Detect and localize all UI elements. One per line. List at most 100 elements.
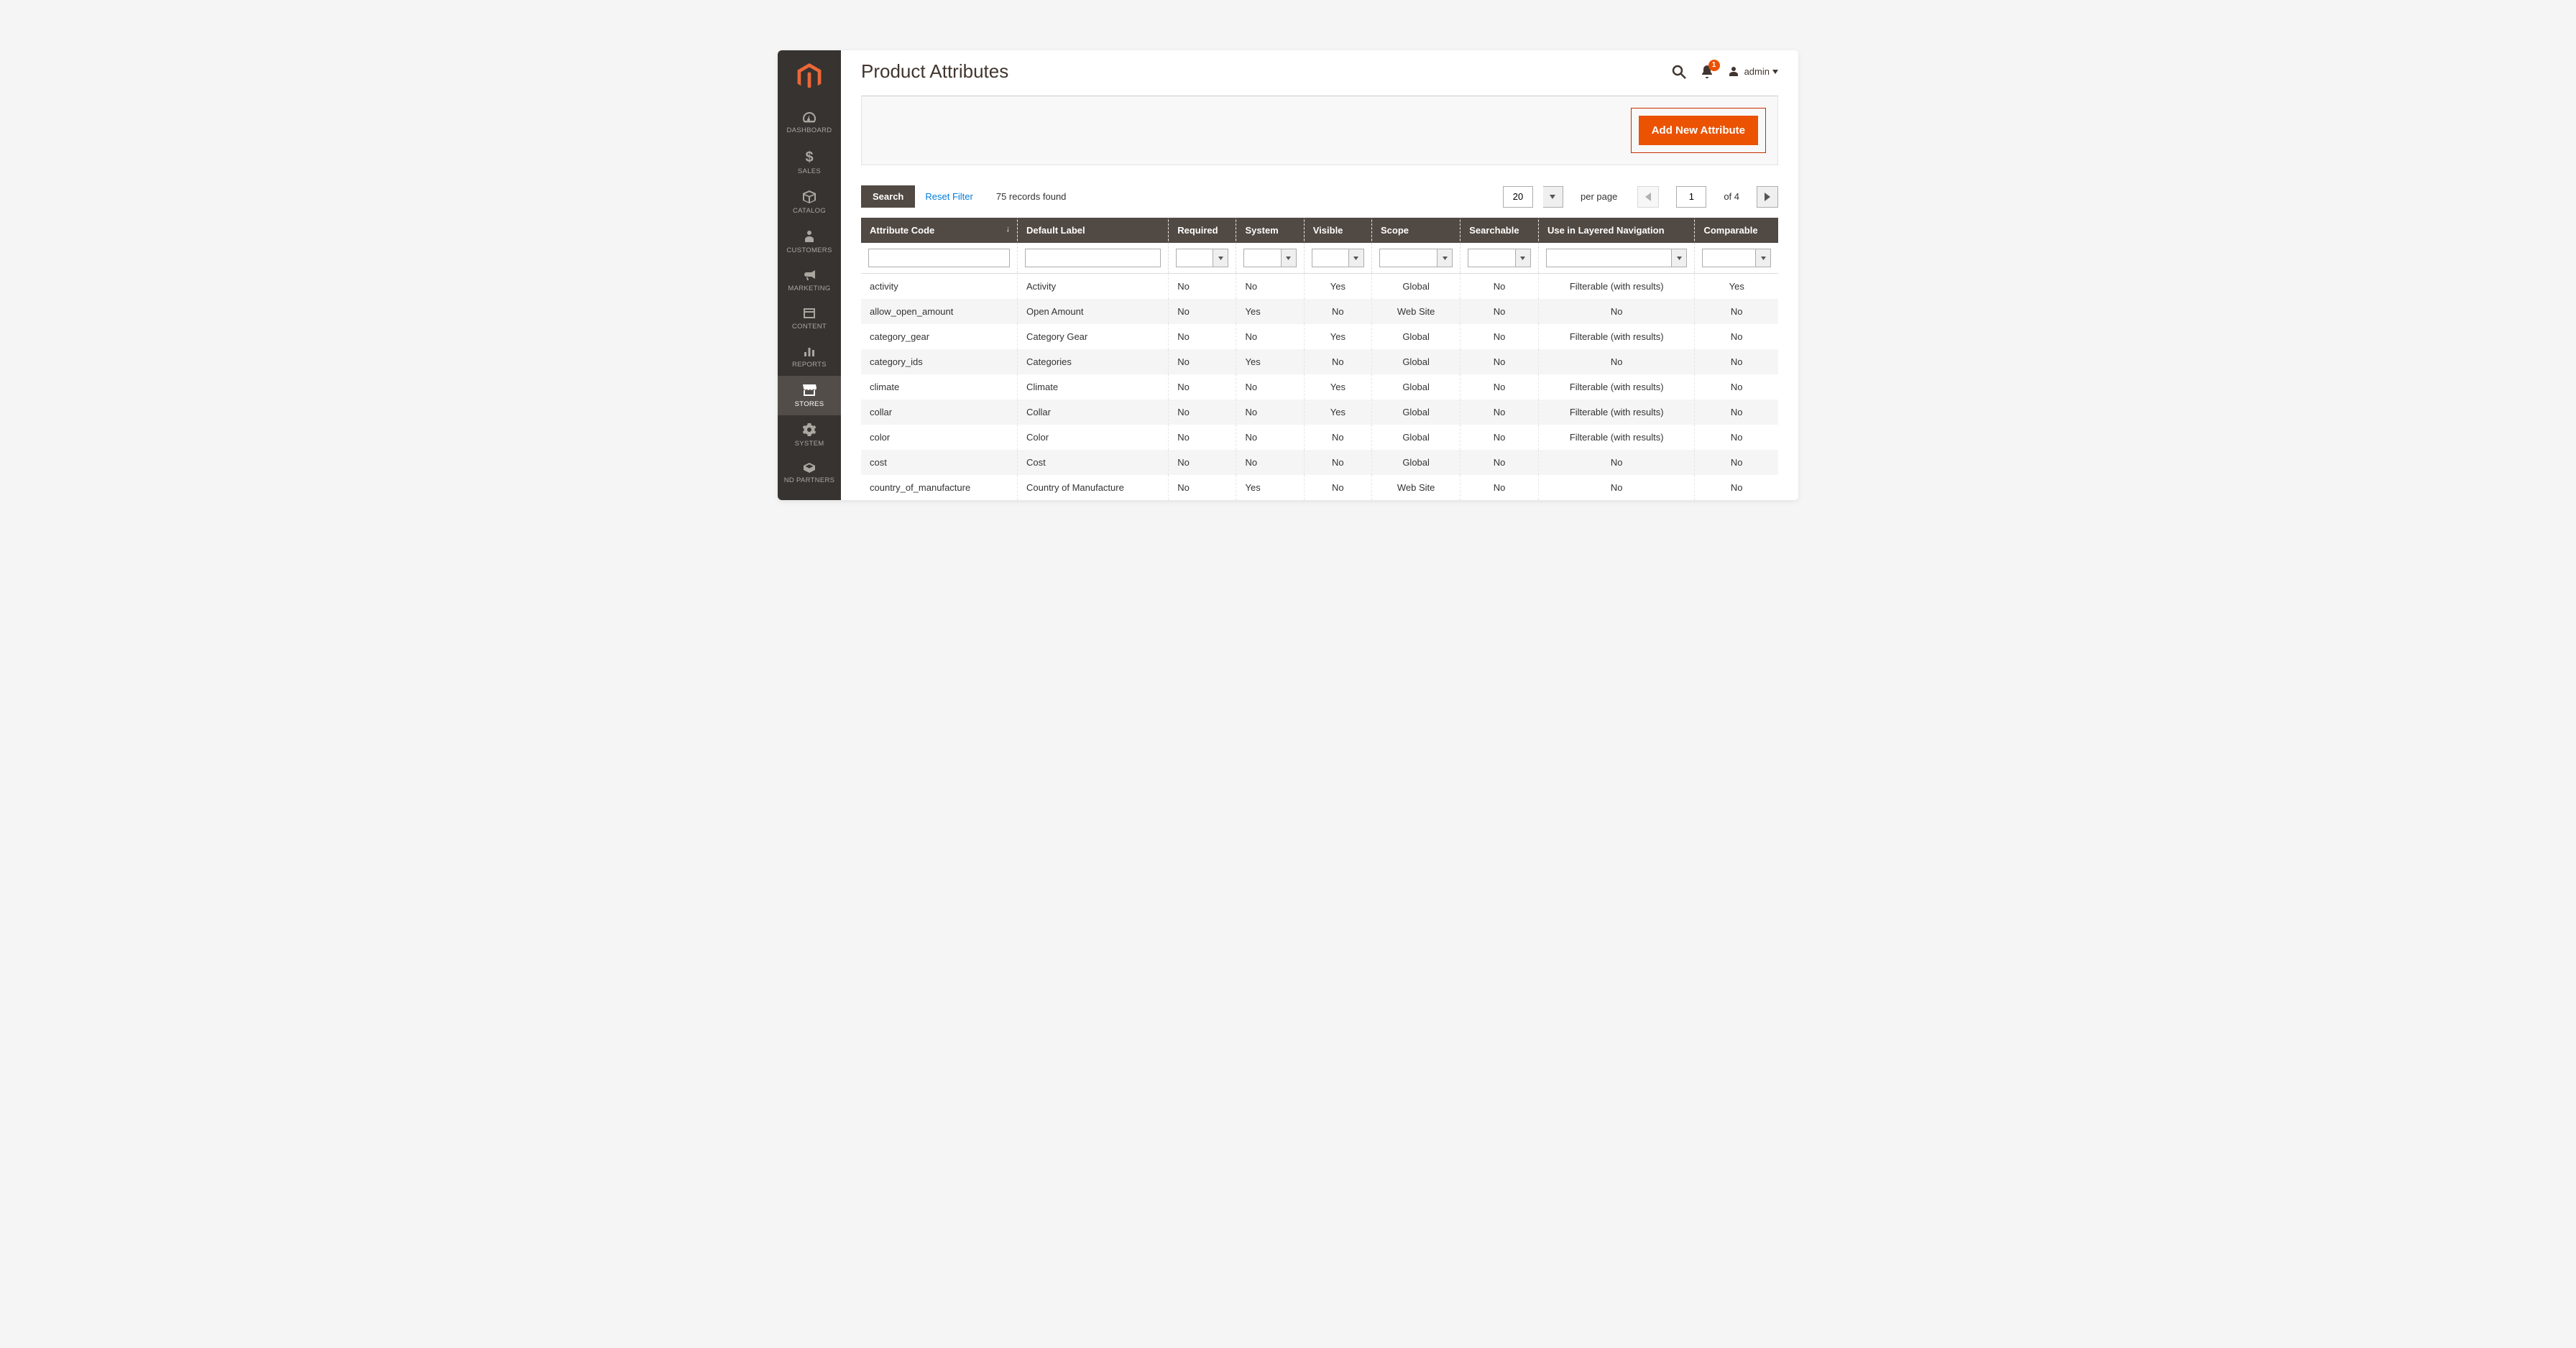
table-cell: Climate <box>1017 374 1168 400</box>
table-cell: Yes <box>1304 400 1371 425</box>
table-cell: No <box>1538 299 1694 324</box>
nav-system[interactable]: SYSTEM <box>778 415 841 455</box>
notifications-button[interactable]: 1 <box>1700 64 1714 80</box>
table-row[interactable]: country_of_manufactureCountry of Manufac… <box>861 475 1778 500</box>
nav-marketing[interactable]: MARKETING <box>778 262 841 300</box>
table-cell: Yes <box>1236 299 1304 324</box>
table-cell: Filterable (with results) <box>1538 374 1694 400</box>
col-required[interactable]: Required <box>1169 218 1236 243</box>
nav-label: CUSTOMERS <box>786 246 832 254</box>
table-cell: country_of_manufacture <box>861 475 1017 500</box>
table-row[interactable]: climateClimateNoNoYesGlobalNoFilterable … <box>861 374 1778 400</box>
table-row[interactable]: collarCollarNoNoYesGlobalNoFilterable (w… <box>861 400 1778 425</box>
reset-filter-link[interactable]: Reset Filter <box>925 191 972 202</box>
search-button[interactable]: Search <box>861 185 915 208</box>
next-page-button[interactable] <box>1757 186 1778 208</box>
dropdown-icon[interactable] <box>1671 249 1687 267</box>
filter-system[interactable] <box>1243 249 1280 267</box>
dropdown-icon[interactable] <box>1515 249 1531 267</box>
table-cell: cost <box>861 450 1017 475</box>
box-icon <box>802 190 816 204</box>
table-cell: No <box>1460 374 1539 400</box>
nav-sales[interactable]: $ SALES <box>778 142 841 183</box>
filter-required[interactable] <box>1176 249 1213 267</box>
table-row[interactable]: colorColorNoNoNoGlobalNoFilterable (with… <box>861 425 1778 450</box>
table-row[interactable]: costCostNoNoNoGlobalNoNoNo <box>861 450 1778 475</box>
table-cell: No <box>1304 425 1371 450</box>
filter-comparable[interactable] <box>1702 249 1755 267</box>
nav-content[interactable]: CONTENT <box>778 300 841 338</box>
table-cell: No <box>1460 324 1539 349</box>
table-cell: No <box>1695 324 1778 349</box>
page-size-input[interactable] <box>1503 186 1533 208</box>
table-cell: Yes <box>1695 274 1778 300</box>
table-cell: No <box>1169 475 1236 500</box>
user-menu[interactable]: admin <box>1727 65 1778 78</box>
table-row[interactable]: activityActivityNoNoYesGlobalNoFilterabl… <box>861 274 1778 300</box>
col-searchable[interactable]: Searchable <box>1460 218 1539 243</box>
nav-reports[interactable]: REPORTS <box>778 338 841 376</box>
search-icon[interactable] <box>1671 64 1687 80</box>
table-cell: Global <box>1371 425 1460 450</box>
table-row[interactable]: category_gearCategory GearNoNoYesGlobalN… <box>861 324 1778 349</box>
table-cell: No <box>1236 274 1304 300</box>
current-page-input[interactable] <box>1676 186 1706 208</box>
table-cell: No <box>1304 299 1371 324</box>
add-new-attribute-button[interactable]: Add New Attribute <box>1639 116 1758 145</box>
table-row[interactable]: category_idsCategoriesNoYesNoGlobalNoNoN… <box>861 349 1778 374</box>
table-cell: No <box>1169 400 1236 425</box>
nav-stores[interactable]: STORES <box>778 376 841 415</box>
attributes-grid: Attribute Code↓ Default Label Required S… <box>861 218 1778 500</box>
nav-label: SALES <box>798 167 821 175</box>
dropdown-icon[interactable] <box>1213 249 1228 267</box>
nav-catalog[interactable]: CATALOG <box>778 183 841 222</box>
bars-icon <box>802 345 816 358</box>
table-cell: Global <box>1371 274 1460 300</box>
nav-label: STORES <box>795 400 824 408</box>
filter-default-label[interactable] <box>1025 249 1161 267</box>
partners-icon <box>802 462 816 474</box>
table-row[interactable]: allow_open_amountOpen AmountNoYesNoWeb S… <box>861 299 1778 324</box>
table-cell: Yes <box>1304 374 1371 400</box>
nav-customers[interactable]: CUSTOMERS <box>778 222 841 262</box>
table-cell: No <box>1236 400 1304 425</box>
col-visible[interactable]: Visible <box>1304 218 1371 243</box>
col-scope[interactable]: Scope <box>1371 218 1460 243</box>
nav-label: SYSTEM <box>795 440 824 448</box>
table-cell: No <box>1169 374 1236 400</box>
notification-badge: 1 <box>1708 60 1720 71</box>
filter-scope[interactable] <box>1379 249 1437 267</box>
filter-attribute-code[interactable] <box>868 249 1010 267</box>
nav-partners[interactable]: ND PARTNERS <box>778 455 841 491</box>
table-cell: No <box>1169 299 1236 324</box>
prev-page-button[interactable] <box>1637 186 1659 208</box>
table-cell: Open Amount <box>1017 299 1168 324</box>
filter-layered[interactable] <box>1546 249 1671 267</box>
filter-searchable[interactable] <box>1468 249 1515 267</box>
dropdown-icon[interactable] <box>1348 249 1364 267</box>
page-title: Product Attributes <box>861 60 1671 83</box>
col-layered[interactable]: Use in Layered Navigation <box>1538 218 1694 243</box>
table-cell: No <box>1304 349 1371 374</box>
table-cell: No <box>1695 450 1778 475</box>
table-cell: No <box>1538 450 1694 475</box>
col-attribute-code[interactable]: Attribute Code↓ <box>861 218 1017 243</box>
table-cell: No <box>1538 475 1694 500</box>
nav-label: DASHBOARD <box>787 126 832 134</box>
dropdown-icon[interactable] <box>1755 249 1771 267</box>
col-system[interactable]: System <box>1236 218 1304 243</box>
nav-dashboard[interactable]: DASHBOARD <box>778 103 841 142</box>
filter-row <box>861 243 1778 274</box>
sidebar: DASHBOARD $ SALES CATALOG CUSTOMERS MARK… <box>778 50 841 500</box>
dropdown-icon[interactable] <box>1281 249 1297 267</box>
highlight-box: Add New Attribute <box>1631 108 1766 153</box>
page-size-dropdown[interactable] <box>1543 186 1563 208</box>
action-bar: Add New Attribute <box>861 96 1778 165</box>
dollar-icon: $ <box>804 149 814 165</box>
filter-visible[interactable] <box>1312 249 1348 267</box>
nav-label: CATALOG <box>793 207 826 215</box>
col-default-label[interactable]: Default Label <box>1017 218 1168 243</box>
col-comparable[interactable]: Comparable <box>1695 218 1778 243</box>
nav-label: MARKETING <box>788 285 830 292</box>
dropdown-icon[interactable] <box>1437 249 1453 267</box>
